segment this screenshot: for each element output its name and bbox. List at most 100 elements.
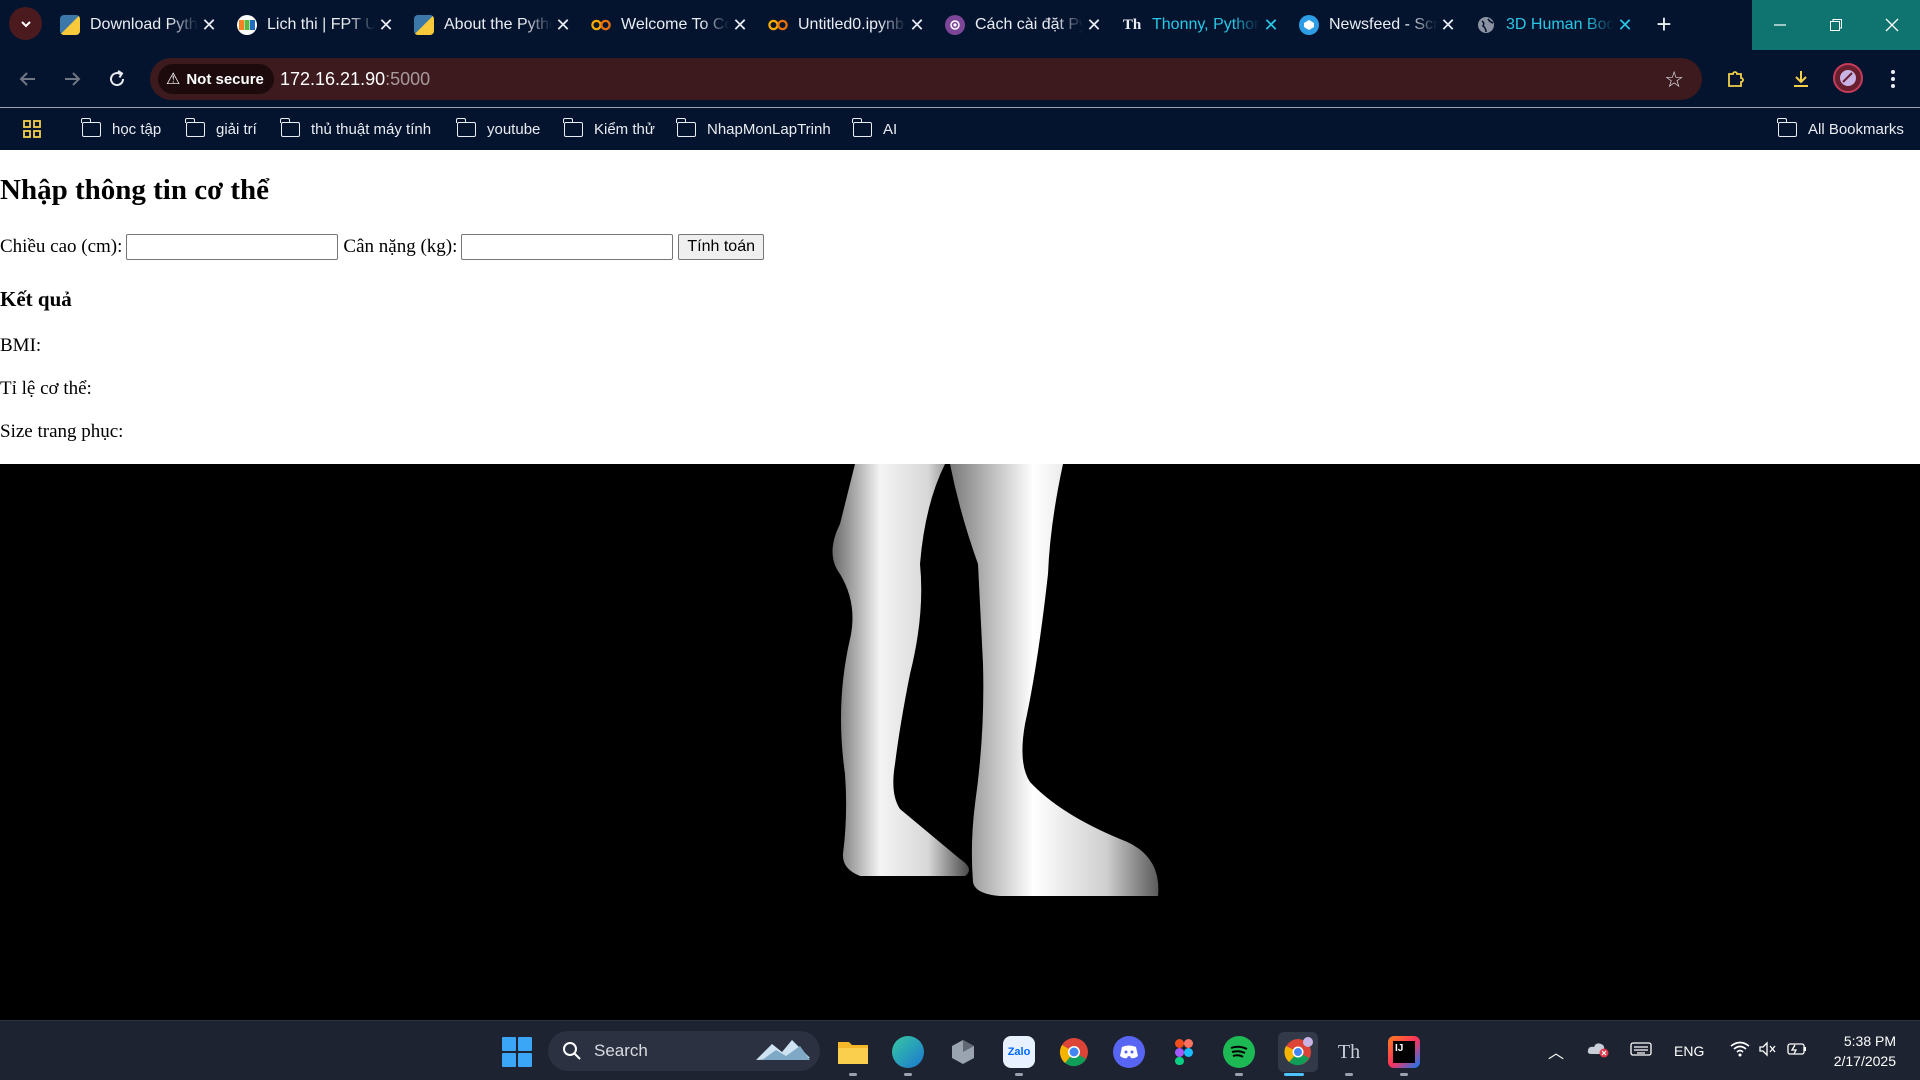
chrome-profile-icon[interactable]	[1278, 1032, 1318, 1072]
figma-icon[interactable]	[1168, 1036, 1200, 1068]
tab-untitled-ipynb[interactable]: Untitled0.ipynb ✕	[764, 0, 941, 50]
3d-body-viewport[interactable]	[0, 464, 1920, 1020]
puzzle-icon	[1728, 71, 1744, 87]
volume-muted-icon[interactable]	[1758, 1041, 1778, 1061]
reload-button[interactable]	[102, 64, 132, 94]
taskbar-search[interactable]: Search	[548, 1031, 820, 1071]
globe-icon	[1476, 15, 1496, 35]
onedrive-error-icon[interactable]	[1586, 1040, 1610, 1062]
chrome-icon[interactable]	[1058, 1036, 1090, 1068]
tab-search-button[interactable]	[9, 7, 42, 40]
tab-about-python[interactable]: About the Python ✕	[410, 0, 587, 50]
edge-icon[interactable]	[892, 1036, 924, 1068]
chevron-up-icon[interactable]: ︿	[1548, 1039, 1564, 1063]
result-heading: Kết quả	[0, 287, 72, 311]
bookmark-folder-hoc-tap[interactable]: học tập	[81, 117, 161, 140]
arrow-left-icon	[19, 72, 35, 86]
close-icon[interactable]: ✕	[1438, 15, 1458, 35]
close-icon[interactable]: ✕	[199, 15, 219, 35]
3d-human-legs-model	[832, 464, 1159, 896]
apps-button[interactable]	[22, 118, 42, 140]
spotify-icon[interactable]	[1223, 1036, 1255, 1068]
wifi-icon[interactable]	[1730, 1041, 1750, 1061]
zalo-icon[interactable]: Zalo	[1003, 1036, 1035, 1068]
running-indicator	[1015, 1073, 1023, 1076]
jetbrains-icon[interactable]: IJ	[1388, 1036, 1420, 1068]
search-label: Search	[594, 1041, 648, 1060]
tab-thonny[interactable]: Th Thonny, Python IDE ✕	[1118, 0, 1295, 50]
tab-title: Download Python	[90, 16, 198, 33]
bookmark-folder-youtube[interactable]: youtube	[456, 117, 541, 140]
address-bar[interactable]: ⚠ Not secure 172.16.21.90:5000 ☆	[150, 58, 1702, 100]
tor-icon	[945, 15, 965, 35]
browser-toolbar: ⚠ Not secure 172.16.21.90:5000 ☆	[0, 50, 1920, 107]
close-icon[interactable]: ✕	[1615, 15, 1635, 35]
back-button[interactable]	[13, 64, 43, 94]
discord-icon[interactable]	[1113, 1036, 1145, 1068]
profile-avatar[interactable]	[1833, 63, 1863, 93]
tab-strip: Download Python ✕ Lich thi | FPT Univers…	[0, 0, 1920, 50]
running-indicator	[1345, 1073, 1353, 1076]
clothing-size-label: Size trang phục:	[0, 421, 124, 442]
search-icon	[563, 1042, 581, 1060]
thonny-icon[interactable]: Th	[1333, 1036, 1365, 1068]
browser-menu-button[interactable]	[1878, 64, 1908, 94]
tab-welcome-colab[interactable]: Welcome To Colab ✕	[587, 0, 764, 50]
python-icon	[414, 15, 434, 35]
start-button[interactable]	[502, 1037, 532, 1067]
all-bookmarks-label: All Bookmarks	[1808, 120, 1904, 138]
bookmark-folder-nhapmonlaptrinh[interactable]: NhapMonLapTrinh	[676, 117, 831, 140]
tab-list: Download Python ✕ Lich thi | FPT Univers…	[56, 0, 1649, 50]
window-controls	[1752, 0, 1920, 50]
tab-title: Welcome To Colab	[621, 16, 729, 33]
close-icon[interactable]: ✕	[1084, 15, 1104, 35]
language-indicator[interactable]: ENG	[1674, 1043, 1704, 1059]
close-window-button[interactable]	[1864, 0, 1920, 50]
tab-3d-human-body[interactable]: 3D Human Body ✕	[1472, 0, 1649, 50]
close-icon[interactable]: ✕	[553, 15, 573, 35]
restore-button[interactable]	[1808, 0, 1864, 50]
bookmark-folder-giai-tri[interactable]: giải trí	[185, 117, 257, 140]
close-icon	[1885, 18, 1899, 32]
running-indicator	[1400, 1073, 1408, 1076]
page-content: Nhập thông tin cơ thể Chiều cao (cm): Câ…	[0, 150, 1920, 464]
calculate-button[interactable]: Tính toán	[678, 234, 764, 260]
new-tab-button[interactable]: +	[1650, 11, 1678, 39]
bookmark-folder-kiem-thu[interactable]: Kiểm thử	[563, 117, 655, 140]
more-vertical-icon	[1891, 70, 1895, 88]
warning-icon: ⚠	[166, 71, 181, 88]
bookmark-label: thủ thuật máy tính	[311, 120, 432, 138]
weight-input[interactable]	[461, 234, 674, 260]
colab-icon	[768, 15, 788, 35]
tab-title: Untitled0.ipynb	[798, 16, 904, 33]
app-icon[interactable]	[947, 1036, 979, 1068]
close-icon[interactable]: ✕	[376, 15, 396, 35]
minimize-button[interactable]	[1752, 0, 1808, 50]
height-input[interactable]	[126, 234, 339, 260]
url-text[interactable]: 172.16.21.90:5000	[280, 69, 430, 90]
security-indicator[interactable]: ⚠ Not secure	[158, 64, 274, 94]
battery-icon[interactable]	[1786, 1041, 1808, 1061]
bookmark-label: youtube	[487, 120, 541, 138]
tab-download-python[interactable]: Download Python ✕	[56, 0, 233, 50]
file-explorer-icon[interactable]	[837, 1036, 869, 1068]
tab-newsfeed[interactable]: Newsfeed - Scratch ✕	[1295, 0, 1472, 50]
keyboard-icon[interactable]	[1630, 1041, 1652, 1061]
close-icon[interactable]: ✕	[907, 15, 927, 35]
bookmark-star-icon[interactable]: ☆	[1664, 67, 1684, 93]
bookmark-folder-thu-thuat[interactable]: thủ thuật máy tính	[280, 117, 432, 140]
arrow-right-icon	[65, 72, 81, 86]
tab-cach-cai-dat[interactable]: Cách cài đặt Python ✕	[941, 0, 1118, 50]
close-icon[interactable]: ✕	[730, 15, 750, 35]
extensions-button[interactable]	[1721, 64, 1751, 94]
python-icon	[60, 15, 80, 35]
forward-button[interactable]	[57, 64, 87, 94]
bookmark-folder-ai[interactable]: AI	[852, 117, 897, 140]
downloads-button[interactable]	[1786, 64, 1816, 94]
close-icon[interactable]: ✕	[1261, 15, 1281, 35]
tab-lich-thi[interactable]: Lich thi | FPT University ✕	[233, 0, 410, 50]
url-port: :5000	[385, 69, 431, 89]
all-bookmarks-button[interactable]: All Bookmarks	[1777, 117, 1904, 140]
active-indicator	[1284, 1073, 1304, 1076]
taskbar-clock[interactable]: 5:38 PM 2/17/2025	[1834, 1031, 1896, 1071]
